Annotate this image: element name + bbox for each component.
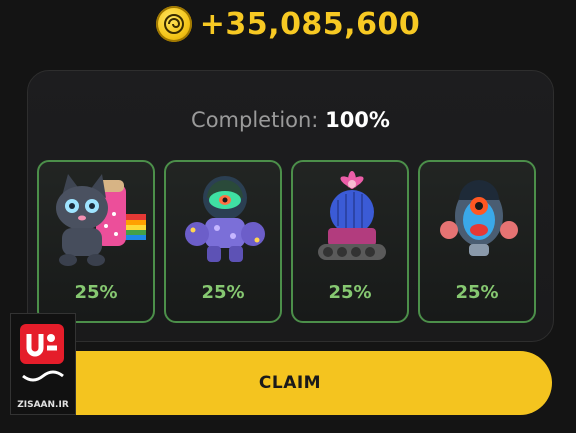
completion-value: 100% bbox=[325, 108, 390, 132]
watermark-logo: ZISAAN.IR bbox=[10, 313, 76, 415]
card-percent: 25% bbox=[328, 282, 372, 303]
watermark-site: ZISAAN.IR bbox=[17, 400, 69, 410]
completion-status: Completion: 100% bbox=[28, 108, 553, 132]
collection-card-cat-robot[interactable]: 25% bbox=[37, 160, 155, 323]
cactus-tank-image bbox=[318, 171, 386, 260]
card-percent: 25% bbox=[74, 282, 118, 303]
claim-button[interactable]: CLAIM bbox=[28, 351, 552, 415]
cyclops-robot-image bbox=[440, 180, 518, 256]
collection-card-cyclops-robot[interactable]: 25% bbox=[418, 160, 536, 323]
card-percent: 25% bbox=[201, 282, 245, 303]
collection-card-cactus-tank[interactable]: 25% bbox=[291, 160, 409, 323]
zisaan-logo-icon bbox=[20, 324, 64, 382]
reward-amount-row: +35,085,600 bbox=[0, 4, 576, 44]
completion-label: Completion: bbox=[191, 108, 319, 132]
astronaut-robot-image bbox=[185, 176, 265, 262]
reward-amount: +35,085,600 bbox=[199, 6, 421, 42]
coin-icon bbox=[155, 6, 192, 42]
collection-card-astronaut-robot[interactable]: 25% bbox=[164, 160, 282, 323]
card-percent: 25% bbox=[455, 282, 499, 303]
cat-robot-image bbox=[56, 174, 146, 266]
